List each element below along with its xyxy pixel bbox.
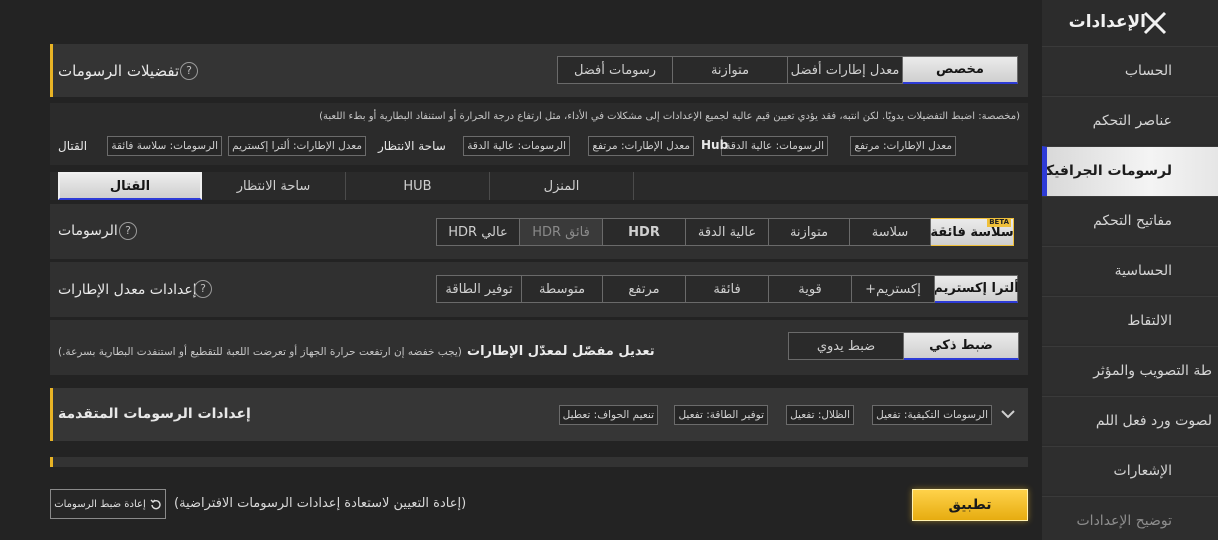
fps-option-power-saving[interactable]: توفير الطاقة [436, 275, 522, 303]
frame-rate-selector: ألترا إكستريم إكستريم+ قوية فائقة مرتفع … [436, 275, 1019, 303]
advanced-title: إعدادات الرسومات المتقدمة [58, 406, 251, 422]
summary-lobby: معدل الإطارات: مرتفع الرسومات: عالية الد… [458, 136, 694, 156]
graphics-option-hd[interactable]: عالية الدقة [685, 218, 769, 246]
summary-chip: معدل الإطارات: ألترا إكستريم [228, 136, 366, 156]
graphics-row: الرسومات ? سلاسة فائقة BETA سلاسة متوازن… [50, 204, 1028, 259]
adaptive-note: (يجب خفضه إن ارتفعت حرارة الجهاز أو تعرض… [58, 346, 462, 358]
settings-title: الإعدادات [1068, 12, 1146, 32]
graphics-option-high-hdr[interactable]: عالي HDR [436, 218, 520, 246]
fps-option-ultra[interactable]: فائقة [685, 275, 769, 303]
fps-option-medium[interactable]: متوسطة [521, 275, 603, 303]
preferences-summary: (مخصصة: اضبط التفضيلات يدويًا. لكن انتبه… [50, 103, 1028, 165]
fps-option-ultra-extreme[interactable]: ألترا إكستريم [933, 275, 1019, 303]
sidebar-item-controls[interactable]: عناصر التحكم [1042, 96, 1218, 144]
summary-chip: معدل الإطارات: مرتفع [588, 136, 694, 156]
reset-icon [150, 499, 161, 510]
graphics-option-ultra-hdr[interactable]: فائق HDR [519, 218, 603, 246]
frame-rate-row: إعدادات معدل الإطارات ? ألترا إكستريم إك… [50, 262, 1028, 317]
sidebar-item-label: عناصر التحكم [1092, 113, 1172, 129]
summary-chip: الرسومات: سلاسة فائقة [107, 136, 222, 156]
summary-mode-lobby: ساحة الانتظار [378, 139, 446, 153]
adaptive-title: تعديل مفصّل لمعدّل الإطارات [467, 344, 655, 359]
pref-option-custom[interactable]: مخصص [902, 56, 1018, 84]
adaptive-selector: ضبط ذكي ضبط يدوي [788, 332, 1019, 360]
tab-hub[interactable]: HUB [346, 172, 490, 200]
sidebar-item-pickup[interactable]: الالتقاط [1042, 296, 1218, 344]
graphics-option-hdr[interactable]: HDR [602, 218, 686, 246]
help-icon[interactable]: ? [180, 62, 198, 80]
summary-mode-combat: القتال [58, 139, 88, 153]
preferences-note: (مخصصة: اضبط التفضيلات يدويًا. لكن انتبه… [319, 111, 1020, 122]
fps-option-high[interactable]: مرتفع [602, 275, 686, 303]
adaptive-text: تعديل مفصّل لمعدّل الإطارات (يجب خفضه إن… [58, 340, 655, 359]
apply-button[interactable]: تطبيق [912, 489, 1028, 521]
summary-chip: الرسومات: عالية الدقة [721, 136, 828, 156]
advanced-chips: الرسومات التكيفية: تفعيل الظلال: تفعيل ت… [550, 405, 992, 425]
sidebar-item-graphics[interactable]: لرسومات الجرافيكية [1042, 146, 1218, 196]
reset-hint: (إعادة التعيين لاستعادة إعدادات الرسومات… [174, 496, 467, 511]
preferences-title: تفضيلات الرسومات [58, 62, 180, 80]
advanced-chip: الظلال: تفعيل [786, 405, 854, 425]
graphics-option-smooth[interactable]: سلاسة [849, 218, 931, 246]
sidebar-item-label: مفاتيح التحكم [1093, 213, 1172, 229]
close-icon[interactable] [1140, 8, 1170, 38]
section-accent-bar [50, 44, 53, 97]
settings-sidebar: الإعدادات الحساب عناصر التحكم لرسومات ال… [1042, 0, 1218, 540]
mode-tabs: القتال ساحة الانتظار HUB المنزل [50, 172, 1028, 200]
summary-hub: معدل الإطارات: مرتفع الرسومات: عالية الد… [716, 136, 956, 156]
pref-option-better-fps[interactable]: معدل إطارات أفضل [787, 56, 903, 84]
sidebar-item-label: الحساب [1124, 63, 1172, 79]
help-icon[interactable]: ? [194, 280, 212, 298]
adaptive-option-smart[interactable]: ضبط ذكي [903, 332, 1019, 360]
graphics-option-balanced[interactable]: متوازنة [768, 218, 850, 246]
frame-rate-label: إعدادات معدل الإطارات [58, 282, 197, 298]
summary-chip: معدل الإطارات: مرتفع [850, 136, 956, 156]
sidebar-item-label: الإشعارات [1113, 463, 1172, 479]
beta-badge: BETA [987, 218, 1011, 227]
graphics-label: الرسومات [58, 223, 118, 239]
reset-graphics-button[interactable]: إعادة ضبط الرسومات [50, 489, 166, 519]
sidebar-item-sensitivity[interactable]: الحساسية [1042, 246, 1218, 294]
next-section-partial [50, 457, 1028, 467]
sidebar-item-label: طة التصويب والمؤثر [1093, 363, 1212, 379]
sidebar-item-label: الحساسية [1114, 263, 1172, 279]
sidebar-item-crosshair[interactable]: طة التصويب والمؤثر [1042, 346, 1218, 394]
summary-mode-hub: Hub [701, 138, 729, 152]
tab-home[interactable]: المنزل [490, 172, 634, 200]
help-icon[interactable]: ? [119, 222, 137, 240]
sidebar-item-audio[interactable]: لصوت ورد فعل اللم [1042, 396, 1218, 444]
fps-option-strong[interactable]: قوية [768, 275, 852, 303]
summary-combat: معدل الإطارات: ألترا إكستريم الرسومات: س… [96, 136, 366, 156]
sidebar-item-label: لصوت ورد فعل اللم [1095, 413, 1212, 429]
pref-option-better-graphics[interactable]: رسومات أفضل [557, 56, 673, 84]
advanced-section[interactable]: إعدادات الرسومات المتقدمة الرسومات التكي… [50, 388, 1028, 441]
graphics-selector: سلاسة فائقة BETA سلاسة متوازنة عالية الد… [436, 218, 1014, 246]
graphics-option-ultra-smooth[interactable]: سلاسة فائقة BETA [930, 218, 1014, 246]
summary-chip: الرسومات: عالية الدقة [463, 136, 570, 156]
advanced-chip: توفير الطاقة: تفعيل [674, 405, 768, 425]
tab-combat[interactable]: القتال [58, 172, 202, 200]
advanced-chip: تنعيم الحواف: تعطيل [558, 405, 658, 425]
section-accent-bar [50, 388, 53, 441]
tab-lobby[interactable]: ساحة الانتظار [202, 172, 346, 200]
reset-button-label: إعادة ضبط الرسومات [54, 498, 146, 510]
sidebar-item-label: الالتقاط [1127, 313, 1172, 329]
pref-option-balanced[interactable]: متوازنة [672, 56, 788, 84]
adaptive-fps-row: تعديل مفصّل لمعدّل الإطارات (يجب خفضه إن… [50, 320, 1028, 375]
sidebar-item-control-keys[interactable]: مفاتيح التحكم [1042, 196, 1218, 244]
preferences-section: تفضيلات الرسومات ? مخصص معدل إطارات أفضل… [50, 44, 1028, 97]
chevron-down-icon[interactable] [1000, 408, 1016, 420]
preferences-selector: مخصص معدل إطارات أفضل متوازنة رسومات أفض… [557, 56, 1018, 84]
section-accent-bar [50, 457, 53, 467]
sidebar-item-notifications[interactable]: الإشعارات [1042, 446, 1218, 494]
adaptive-option-manual[interactable]: ضبط يدوي [788, 332, 904, 360]
fps-option-extreme-plus[interactable]: إكستريم+ [851, 275, 935, 303]
sidebar-item-account[interactable]: الحساب [1042, 46, 1218, 94]
sidebar-item-label: توضيح الإعدادات [1076, 513, 1173, 529]
sidebar-item-more[interactable]: توضيح الإعدادات [1042, 496, 1218, 540]
sidebar-item-label: لرسومات الجرافيكية [1042, 163, 1172, 179]
advanced-chip: الرسومات التكيفية: تفعيل [872, 405, 992, 425]
